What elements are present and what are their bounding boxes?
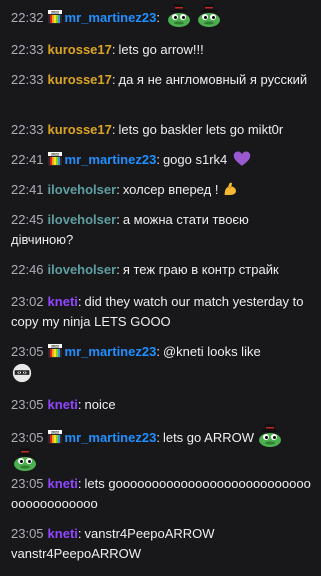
separator: : [77, 397, 82, 412]
message-text: холсер вперед ! [122, 182, 219, 197]
separator: : [111, 42, 116, 57]
timestamp: 22:33 [11, 72, 44, 87]
chat-message: 23:05 2022 mr_martinez23: lets go ARROW [11, 424, 313, 472]
chat-message: 23:05 kneti: lets gooooooooooooooooooooooo… [11, 474, 313, 514]
message-text: lets go baskler lets go mikt0r [118, 122, 284, 137]
chat-message: 22:46 iloveholser: я теж граю в контр стра… [11, 260, 313, 280]
separator: : [77, 476, 82, 491]
separator: : [111, 122, 116, 137]
username[interactable]: iloveholser [48, 262, 117, 277]
separator: : [156, 344, 160, 359]
separator: : [77, 294, 82, 309]
peepo-tophat-emote-icon[interactable] [165, 4, 193, 28]
purple-heart-icon [234, 151, 251, 166]
username[interactable]: mr_martinez23 [65, 430, 157, 445]
svg-text:2022: 2022 [51, 11, 59, 15]
timestamp: 23:05 [11, 397, 44, 412]
ninja-mask-emote-icon[interactable] [11, 362, 33, 384]
message-text: да я не англомовный я русский [118, 72, 308, 87]
message-text: я теж граю в контр страйк [122, 262, 279, 277]
chat-message: 22:33 kurosse17: lets go arrow!!! [11, 40, 313, 60]
timestamp: 22:33 [11, 42, 44, 57]
chat-message: 22:45 iloveholser: а можна стати твоєю дів… [11, 210, 313, 250]
peepo-tophat-emote-icon[interactable] [195, 4, 223, 28]
username[interactable]: iloveholser [48, 212, 117, 227]
chat-log: 22:32 2022 mr_martinez23: 22:33 kurosse17: l… [0, 0, 321, 576]
2022-badge-icon: 2022 [47, 10, 62, 24]
username[interactable]: mr_martinez23 [65, 152, 157, 167]
username[interactable]: mr_martinez23 [65, 344, 157, 359]
message-text: @kneti looks like [162, 344, 261, 359]
separator: : [77, 526, 82, 541]
message-text: lets go ARROW [162, 430, 254, 445]
chat-message: 22:33 kurosse17: lets go baskler lets go m… [11, 120, 313, 140]
flexed-bicep-icon [225, 182, 237, 195]
separator: : [156, 10, 160, 25]
username[interactable]: kurosse17 [48, 72, 112, 87]
username[interactable]: kurosse17 [48, 122, 112, 137]
separator: : [116, 182, 120, 197]
username[interactable]: kneti [48, 397, 78, 412]
timestamp: 23:05 [11, 526, 44, 541]
timestamp: 23:05 [11, 430, 44, 445]
timestamp: 22:41 [11, 152, 44, 167]
timestamp: 22:41 [11, 182, 44, 197]
chat-message: 22:32 2022 mr_martinez23: [11, 4, 313, 28]
message-text: noice [84, 397, 116, 412]
2022-badge-icon: 2022 [47, 152, 62, 166]
timestamp: 22:46 [11, 262, 44, 277]
chat-message: 22:41 iloveholser: холсер вперед ! [11, 180, 313, 200]
username[interactable]: kneti [48, 294, 78, 309]
username[interactable]: kurosse17 [48, 42, 112, 57]
timestamp: 23:02 [11, 294, 44, 309]
timestamp: 22:33 [11, 122, 44, 137]
svg-text:2022: 2022 [51, 431, 59, 435]
username[interactable]: kneti [48, 476, 78, 491]
separator: : [111, 72, 116, 87]
svg-text:2022: 2022 [51, 153, 59, 157]
chat-message: 23:05 kneti: noice [11, 395, 313, 415]
chat-message: 22:41 2022 mr_martinez23: gogo s1rk4 [11, 150, 313, 170]
username[interactable]: kneti [48, 526, 78, 541]
chat-message: 23:02 kneti: did they watch our match yest… [11, 292, 313, 332]
separator: : [156, 152, 160, 167]
separator: : [156, 430, 160, 445]
message-text: lets go arrow!!! [118, 42, 204, 57]
separator: : [116, 212, 120, 227]
username[interactable]: mr_martinez23 [65, 10, 157, 25]
timestamp: 22:45 [11, 212, 44, 227]
2022-badge-icon: 2022 [47, 430, 62, 444]
username[interactable]: iloveholser [48, 182, 117, 197]
chat-message: 23:05 2022 mr_martinez23: @kneti looks like [11, 342, 313, 385]
peepo-tophat-emote-icon[interactable] [11, 448, 39, 472]
timestamp: 23:05 [11, 344, 44, 359]
timestamp: 23:05 [11, 476, 44, 491]
peepo-tophat-emote-icon[interactable] [256, 424, 284, 448]
timestamp: 22:32 [11, 10, 44, 25]
svg-text:2022: 2022 [51, 345, 59, 349]
2022-badge-icon: 2022 [47, 344, 62, 358]
chat-message: 23:05 kneti: vanstr4PeepoARROW vanstr4Peep… [11, 524, 313, 564]
separator: : [116, 262, 120, 277]
message-text: gogo s1rk4 [162, 152, 228, 167]
chat-message: 22:33 kurosse17: да я не англомовный я рус… [11, 70, 313, 90]
